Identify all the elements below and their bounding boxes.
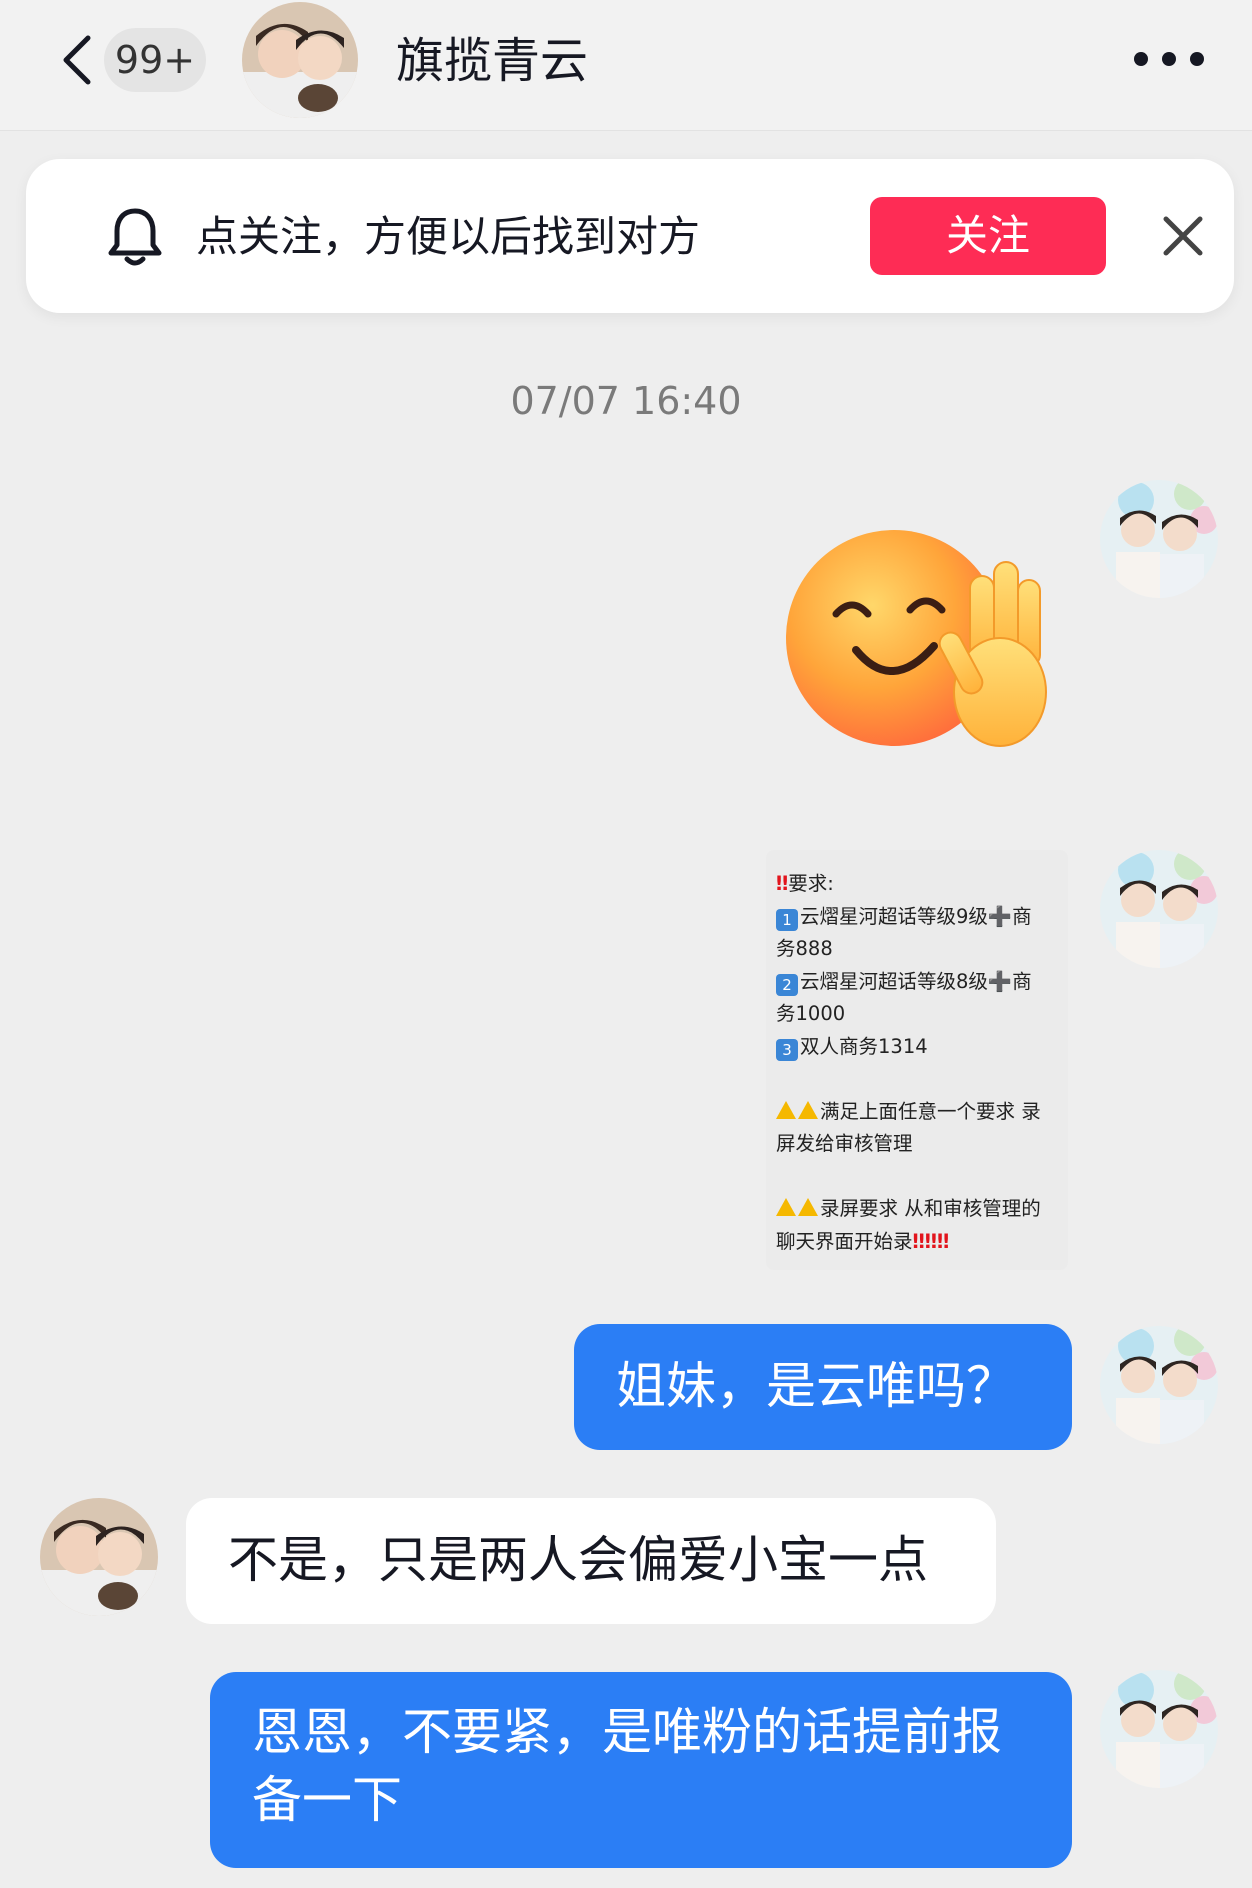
my-avatar[interactable] (1100, 1326, 1218, 1444)
image-text-line: 屏发给审核管理 (776, 1132, 913, 1155)
dot-icon (1162, 52, 1176, 66)
image-text-line: 云熠星河超话等级8级➕商 (800, 969, 1032, 993)
chevron-left-icon (63, 35, 91, 85)
warning-icon (776, 1198, 796, 1216)
contact-avatar[interactable] (40, 1498, 158, 1616)
my-message-bubble[interactable]: 恩恩，不要紧，是唯粉的话提前报 备一下 (210, 1672, 1072, 1868)
contact-avatar[interactable] (242, 2, 358, 118)
warning-icon (776, 1100, 796, 1119)
chat-title: 旗揽青云 (396, 33, 589, 89)
message-line: 恩恩，不要紧，是唯粉的话提前报 (252, 1703, 1002, 1761)
image-message-requirements[interactable]: ‼要求: 1 云熠星河超话等级9级➕商 务888 2 云熠星河超话等级8级➕商 务1… (766, 850, 1068, 1270)
image-text-line: 录屏要求 从和审核管理的 (820, 1197, 1041, 1220)
warning-icon (798, 1100, 818, 1119)
keycap-2-icon: 2 (776, 973, 798, 996)
my-avatar[interactable] (1100, 850, 1218, 968)
unread-count-badge[interactable]: 99+ (104, 28, 206, 92)
image-text-line: 满足上面任意一个要求 录 (820, 1099, 1041, 1123)
my-avatar[interactable] (1100, 480, 1218, 598)
image-text-line: 聊天界面开始录 (776, 1229, 913, 1253)
double-exclamation-icon: ‼ (776, 872, 789, 895)
bell-icon (108, 208, 162, 266)
message-line: 备一下 (252, 1771, 402, 1829)
follow-button[interactable]: 关注 (870, 197, 1106, 275)
double-exclamation-icon: ‼‼‼ (912, 1229, 950, 1253)
more-options-button[interactable] (1134, 44, 1204, 74)
follow-prompt-text: 点关注，方便以后找到对方 (196, 212, 701, 261)
my-avatar[interactable] (1100, 1670, 1218, 1788)
waving-smile-sticker[interactable] (774, 522, 1050, 762)
dot-icon (1134, 52, 1148, 66)
image-text-line: 双人商务1314 (800, 1034, 928, 1058)
my-message-bubble[interactable]: 姐妹，是云唯吗？ (574, 1324, 1072, 1450)
keycap-3-icon: 3 (776, 1038, 798, 1061)
image-text-line: 云熠星河超话等级9级➕商 (800, 904, 1032, 928)
chat-header: 99+ 旗揽青云 (0, 0, 1252, 131)
keycap-1-icon: 1 (776, 908, 798, 931)
warning-icon (798, 1198, 818, 1216)
image-text-line: 要求: (788, 872, 834, 895)
back-button[interactable] (56, 28, 100, 92)
image-text-line: 务888 (776, 937, 833, 960)
image-text-line: 务1000 (776, 1002, 846, 1025)
follow-prompt-card: 点关注，方便以后找到对方 关注 (26, 159, 1234, 313)
message-timestamp: 07/07 16:40 (510, 379, 742, 423)
contact-message-bubble[interactable]: 不是，只是两人会偏爱小宝一点 (186, 1498, 996, 1624)
dot-icon (1190, 52, 1204, 66)
close-icon[interactable] (1158, 211, 1208, 261)
